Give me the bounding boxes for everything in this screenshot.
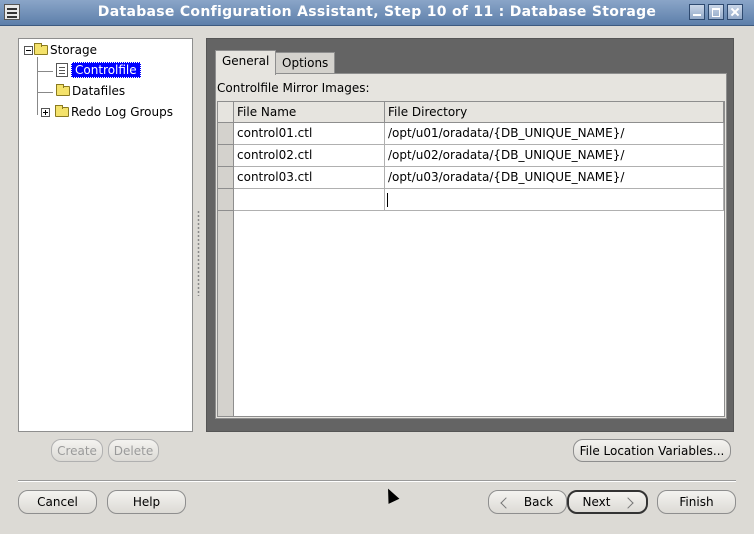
table-cell-file-name[interactable] (234, 189, 385, 211)
collapse-icon[interactable] (24, 45, 33, 55)
minimize-icon[interactable] (689, 4, 705, 20)
split-pane-handle[interactable] (197, 210, 200, 296)
controlfile-table[interactable]: File Name File Directory control01.ctl /… (217, 101, 725, 417)
mouse-cursor-icon (382, 486, 400, 504)
row-header[interactable] (218, 189, 234, 211)
row-header[interactable] (218, 167, 234, 189)
tab-general[interactable]: General (215, 50, 277, 75)
tree-node-redo-log-groups[interactable]: Redo Log Groups (41, 104, 173, 120)
maximize-icon[interactable] (708, 4, 724, 20)
help-button[interactable]: Help (107, 490, 186, 514)
tab-options[interactable]: Options (275, 52, 336, 74)
tree-node-label: Redo Log Groups (71, 105, 173, 119)
back-button[interactable]: Back (488, 490, 567, 514)
delete-button[interactable]: Delete (108, 439, 159, 462)
tree-line (37, 57, 38, 115)
folder-icon (56, 84, 70, 96)
table-cell-file-directory[interactable] (385, 189, 724, 211)
general-tab-content: Controlfile Mirror Images: File Name Fil… (215, 73, 727, 419)
table-cell-file-name[interactable]: control01.ctl (234, 123, 385, 145)
table-cell-file-directory[interactable]: /opt/u02/oradata/{DB_UNIQUE_NAME}/ (385, 145, 724, 167)
corner-header (218, 102, 234, 123)
chevron-right-icon (622, 496, 635, 509)
table-cell-file-directory[interactable]: /opt/u01/oradata/{DB_UNIQUE_NAME}/ (385, 123, 724, 145)
tree-line (37, 71, 53, 72)
next-button[interactable]: Next (567, 490, 648, 514)
tree-line (37, 92, 53, 93)
separator (18, 480, 736, 482)
close-icon[interactable] (727, 4, 743, 20)
window-title: Database Configuration Assistant, Step 1… (97, 4, 657, 20)
tree-node-label: Controlfile (71, 62, 141, 78)
finish-button[interactable]: Finish (657, 490, 736, 514)
row-header[interactable] (218, 123, 234, 145)
folder-icon (55, 105, 69, 117)
tree-node-controlfile[interactable]: Controlfile (56, 62, 141, 78)
file-location-variables-button[interactable]: File Location Variables... (573, 439, 731, 462)
tree-node-label: Storage (50, 43, 97, 57)
table-cell-file-directory[interactable]: /opt/u03/oradata/{DB_UNIQUE_NAME}/ (385, 167, 724, 189)
storage-tree[interactable]: Storage Controlfile Datafiles Redo Log G… (18, 38, 193, 432)
folder-icon (34, 43, 48, 55)
cancel-button[interactable]: Cancel (18, 490, 97, 514)
mirror-images-caption: Controlfile Mirror Images: (217, 81, 370, 95)
column-header-file-directory[interactable]: File Directory (385, 102, 724, 123)
document-icon (56, 63, 68, 77)
chevron-left-icon (500, 496, 512, 509)
column-header-file-name[interactable]: File Name (234, 102, 385, 123)
tree-node-datafiles[interactable]: Datafiles (56, 83, 125, 99)
tree-node-storage[interactable]: Storage (24, 42, 97, 58)
detail-panel: General Options Controlfile Mirror Image… (206, 38, 734, 432)
row-header[interactable] (218, 145, 234, 167)
expand-icon[interactable] (41, 107, 50, 117)
text-caret (387, 193, 388, 207)
title-bar: Database Configuration Assistant, Step 1… (0, 0, 754, 26)
table-cell-file-name[interactable]: control03.ctl (234, 167, 385, 189)
back-label: Back (523, 495, 554, 509)
create-button[interactable]: Create (51, 439, 103, 462)
tree-node-label: Datafiles (72, 84, 126, 98)
table-cell-file-name[interactable]: control02.ctl (234, 145, 385, 167)
next-label: Next (582, 495, 611, 509)
